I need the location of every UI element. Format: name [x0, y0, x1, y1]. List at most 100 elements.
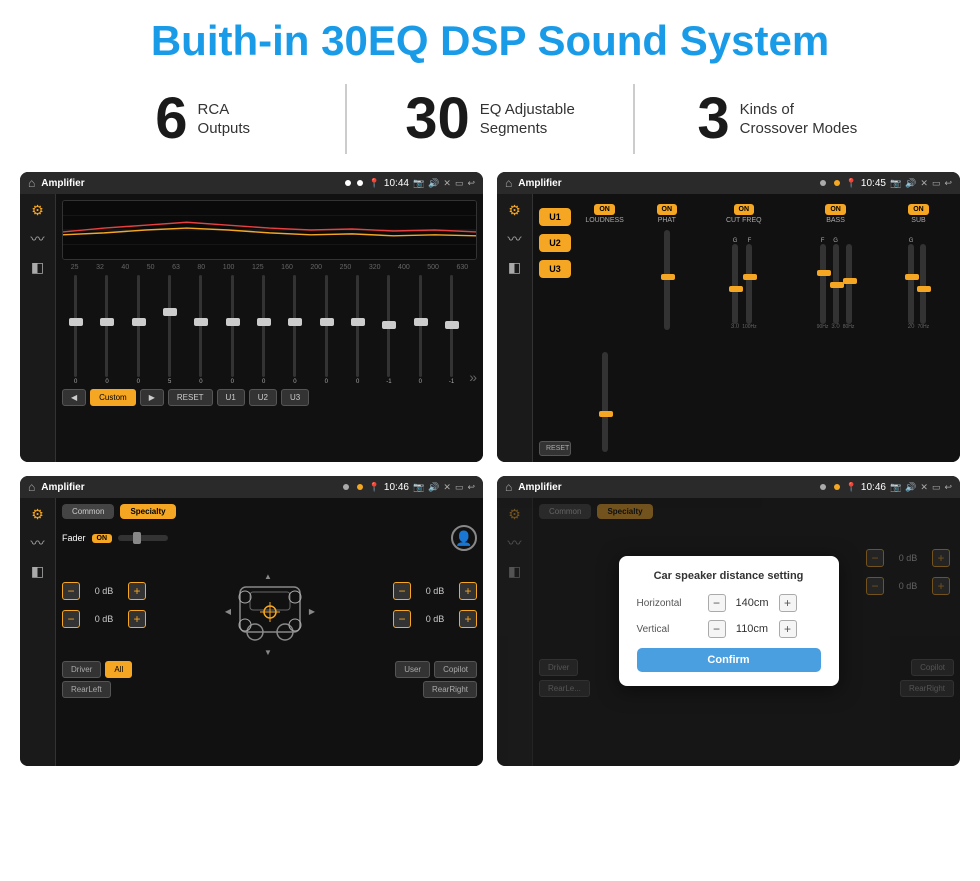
fader-rearleft-btn[interactable]: RearLeft — [62, 681, 111, 698]
eq-slider-5[interactable]: 0 — [187, 275, 214, 385]
fader-window-icon: ▭ — [455, 482, 464, 493]
vol-lt-plus[interactable]: + — [128, 582, 146, 600]
eq-slider-3[interactable]: 0 — [125, 275, 152, 385]
dialog-horizontal-minus[interactable]: − — [708, 594, 726, 612]
eq-graph-svg — [63, 201, 476, 259]
eq-sidebar-vol-icon[interactable]: ◧ — [31, 259, 44, 276]
bass-label: BASS — [826, 217, 845, 224]
eq-slider-6[interactable]: 0 — [219, 275, 246, 385]
amp-dot2 — [834, 180, 840, 186]
freq-500: 500 — [427, 264, 439, 271]
eq-reset-btn[interactable]: RESET — [168, 389, 213, 406]
vol-rt-plus[interactable]: + — [459, 582, 477, 600]
dialog-confirm-button[interactable]: Confirm — [637, 648, 821, 672]
amp2-wave-icon[interactable]: 〰 — [508, 229, 522, 249]
eq-slider-10[interactable]: 0 — [344, 275, 371, 385]
stat-rca-label: RCAOutputs — [198, 100, 251, 139]
dialog-title: Car speaker distance setting — [637, 570, 821, 582]
sub-toggle[interactable]: ON — [908, 204, 929, 215]
eq-u1-btn[interactable]: U1 — [217, 389, 245, 406]
dialog-horizontal-row: Horizontal − 140cm + — [637, 594, 821, 612]
fader-rearright-btn[interactable]: RearRight — [423, 681, 477, 698]
eq-prev-btn[interactable]: ◀ — [62, 389, 86, 406]
vol-right-top: − 0 dB + — [393, 582, 477, 600]
freq-80: 80 — [197, 264, 205, 271]
phat-label: PHAT — [658, 217, 676, 224]
fader-driver-btn[interactable]: Driver — [62, 661, 101, 678]
vol-rb-plus[interactable]: + — [459, 610, 477, 628]
amp-u3-btn[interactable]: U3 — [539, 260, 571, 278]
amp-back-icon: ↩ — [944, 178, 952, 189]
fader-all-btn[interactable]: All — [105, 661, 132, 678]
fader-h-slider[interactable] — [118, 535, 168, 541]
stat-crossover-number: 3 — [697, 90, 729, 148]
freq-50: 50 — [147, 264, 155, 271]
eq-slider-12[interactable]: 0 — [407, 275, 434, 385]
fader-sidebar-eq-icon[interactable]: ⚙ — [31, 506, 44, 523]
eq-app-name: Amplifier — [41, 178, 338, 189]
fader-user-btn[interactable]: User — [395, 661, 430, 678]
eq-scroll-right[interactable]: » — [469, 369, 477, 385]
phat-toggle[interactable]: ON — [657, 204, 678, 215]
fader-sidebar-vol-icon[interactable]: ◧ — [31, 563, 44, 580]
eq-slider-4[interactable]: 5 — [156, 275, 183, 385]
fader-tab-common[interactable]: Common — [62, 504, 114, 519]
vol-rt-minus[interactable]: − — [393, 582, 411, 600]
eq-status-icons: 📍 10:44 📷 🔊 ✕ ▭ ↩ — [369, 178, 475, 189]
dialog-vertical-plus[interactable]: + — [779, 620, 797, 638]
eq-slider-8[interactable]: 0 — [281, 275, 308, 385]
vol-lt-minus[interactable]: − — [62, 582, 80, 600]
dialog-vertical-minus[interactable]: − — [708, 620, 726, 638]
eq-slider-7[interactable]: 0 — [250, 275, 277, 385]
eq-slider-1[interactable]: 0 — [62, 275, 89, 385]
eq-u2-btn[interactable]: U2 — [249, 389, 277, 406]
amp2-vol-icon[interactable]: ◧ — [508, 259, 521, 276]
amp-home-icon: ⌂ — [505, 176, 512, 190]
fader-sidebar-wave-icon[interactable]: 〰 — [31, 533, 45, 553]
fader-bottom-btns: Driver All User Copilot — [62, 661, 477, 678]
location-icon: 📍 — [369, 178, 380, 189]
fader-person-icon: 👤 — [451, 525, 477, 551]
amp-location-icon: 📍 — [846, 178, 857, 189]
back-icon: ↩ — [467, 178, 475, 189]
amp-u2-btn[interactable]: U2 — [539, 234, 571, 252]
amp-u1-btn[interactable]: U1 — [539, 208, 571, 226]
fader-tab-specialty[interactable]: Specialty — [120, 504, 175, 519]
fader-home-icon: ⌂ — [28, 480, 35, 494]
eq-sidebar-eq-icon[interactable]: ⚙ — [31, 202, 44, 219]
eq-slider-2[interactable]: 0 — [93, 275, 120, 385]
eq-sidebar: ⚙ 〰 ◧ — [20, 194, 56, 462]
eq-sidebar-wave-icon[interactable]: 〰 — [31, 229, 45, 249]
fader-tabs: Common Specialty — [62, 504, 477, 519]
svg-text:▲: ▲ — [264, 572, 272, 581]
amp-reset-btn[interactable]: RESET — [539, 441, 571, 456]
cutfreq-toggle[interactable]: ON — [734, 204, 755, 215]
eq-screen-card: ⌂ Amplifier 📍 10:44 📷 🔊 ✕ ▭ ↩ ⚙ 〰 ◧ — [20, 172, 483, 462]
dialog-vertical-row: Vertical − 110cm + — [637, 620, 821, 638]
vol-lb-minus[interactable]: − — [62, 610, 80, 628]
freq-400: 400 — [398, 264, 410, 271]
eq-slider-9[interactable]: 0 — [313, 275, 340, 385]
amp2-eq-icon[interactable]: ⚙ — [508, 202, 521, 219]
loudness-toggle[interactable]: ON — [594, 204, 615, 215]
vol-lb-plus[interactable]: + — [128, 610, 146, 628]
screens-grid: ⌂ Amplifier 📍 10:44 📷 🔊 ✕ ▭ ↩ ⚙ 〰 ◧ — [0, 172, 980, 776]
vol-rt-val: 0 dB — [415, 586, 455, 596]
freq-125: 125 — [252, 264, 264, 271]
eq-custom-btn[interactable]: Custom — [90, 389, 136, 406]
eq-slider-13[interactable]: -1 — [438, 275, 465, 385]
fader-dot2 — [357, 484, 363, 490]
svg-text:▼: ▼ — [264, 648, 272, 657]
eq-next-btn[interactable]: ▶ — [140, 389, 164, 406]
eq-slider-11[interactable]: -1 — [375, 275, 402, 385]
home-icon: ⌂ — [28, 176, 35, 190]
dialog-horizontal-plus[interactable]: + — [779, 594, 797, 612]
amp2-main: U1 U2 U3 RESET ON LOUDNESS — [533, 194, 960, 462]
eq-u3-btn[interactable]: U3 — [281, 389, 309, 406]
vol-rb-minus[interactable]: − — [393, 610, 411, 628]
loudness-label: LOUDNESS — [585, 217, 624, 224]
fader-copilot-btn[interactable]: Copilot — [434, 661, 477, 678]
bass-toggle[interactable]: ON — [825, 204, 846, 215]
cutfreq-label: CUT FREQ — [726, 217, 762, 224]
dialog-horizontal-label: Horizontal — [637, 598, 702, 609]
